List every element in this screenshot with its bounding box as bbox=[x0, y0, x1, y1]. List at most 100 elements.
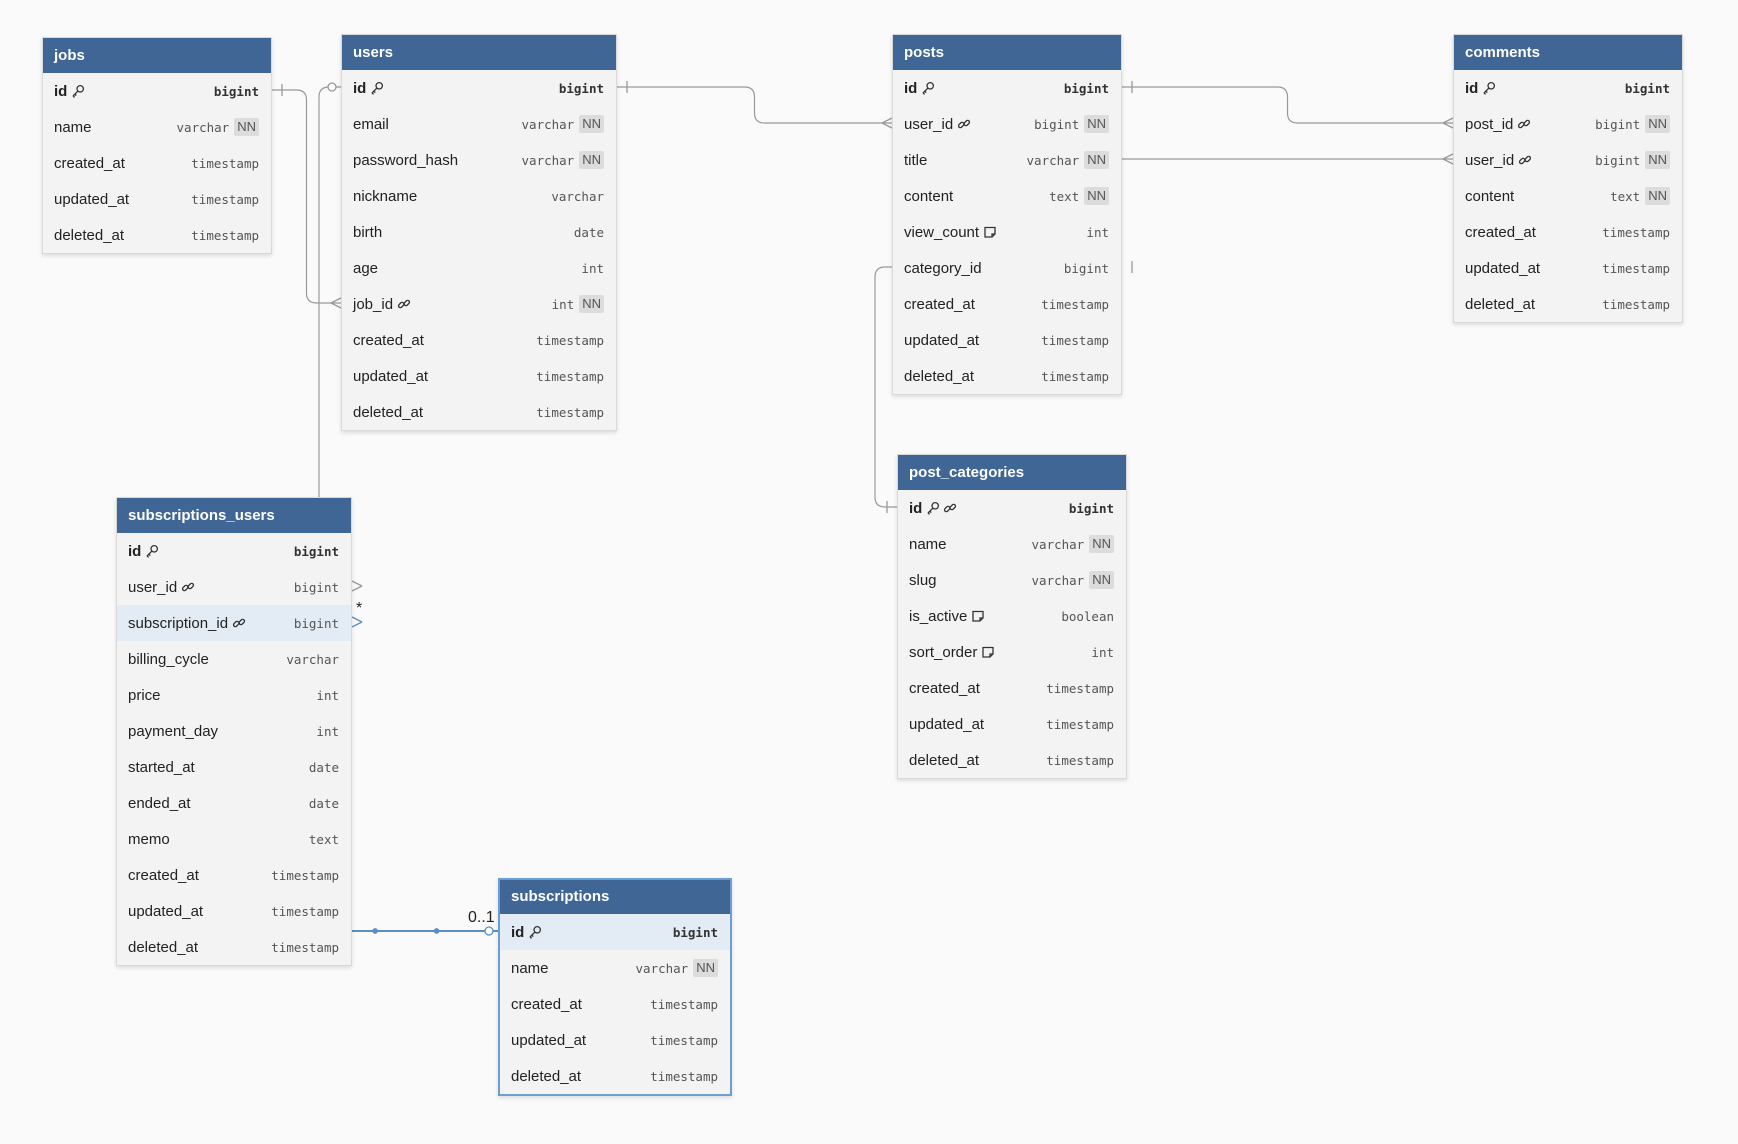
not-null-badge: NN bbox=[234, 118, 259, 136]
key-icon bbox=[927, 501, 940, 515]
column-icons bbox=[921, 81, 938, 95]
column-row-name[interactable]: name varchar NN bbox=[500, 950, 730, 986]
column-row-user-id[interactable]: user_id bigint NN bbox=[1454, 142, 1682, 178]
column-name: created_at bbox=[909, 679, 980, 697]
column-name: nickname bbox=[353, 187, 418, 205]
column-row-user-id[interactable]: user_id bigint bbox=[117, 569, 351, 605]
table-subscriptions[interactable]: subscriptions id bigint name varchar NN create… bbox=[498, 878, 732, 1096]
table-posts[interactable]: posts id bigint user_id bigint NN title varchar… bbox=[892, 34, 1122, 395]
column-row-title[interactable]: title varchar NN bbox=[893, 142, 1121, 178]
column-row-name[interactable]: name varchar NN bbox=[43, 109, 271, 145]
link-icon bbox=[182, 582, 195, 592]
column-row-id[interactable]: id bigint bbox=[893, 70, 1121, 106]
table-title[interactable]: jobs bbox=[43, 38, 271, 73]
column-row-name[interactable]: name varchar NN bbox=[898, 526, 1126, 562]
column-row-id[interactable]: id bigint bbox=[117, 533, 351, 569]
column-row-updated-at[interactable]: updated_at timestamp bbox=[1454, 250, 1682, 286]
column-icons bbox=[957, 117, 974, 131]
column-row-payment-day[interactable]: payment_day int bbox=[117, 713, 351, 749]
column-row-subscription-id[interactable]: subscription_id bigint bbox=[117, 605, 351, 641]
not-null-badge: NN bbox=[1089, 571, 1114, 589]
column-type: timestamp bbox=[1046, 716, 1114, 732]
column-row-id[interactable]: id bigint bbox=[500, 914, 730, 950]
column-name: updated_at bbox=[128, 902, 204, 920]
column-type: timestamp bbox=[271, 867, 339, 883]
column-type: varchar bbox=[521, 152, 575, 168]
column-type: timestamp bbox=[1602, 296, 1670, 312]
column-row-created-at[interactable]: created_at timestamp bbox=[1454, 214, 1682, 250]
column-name: title bbox=[904, 151, 928, 169]
relation-line-subscriptions-subscriptions_users[interactable] bbox=[329, 621, 498, 932]
note-icon bbox=[972, 610, 985, 622]
column-row-deleted-at[interactable]: deleted_at timestamp bbox=[43, 217, 271, 253]
column-row-updated-at[interactable]: updated_at timestamp bbox=[898, 706, 1126, 742]
column-row-deleted-at[interactable]: deleted_at timestamp bbox=[898, 742, 1126, 778]
column-type: varchar bbox=[286, 651, 339, 667]
column-row-id[interactable]: id bigint bbox=[898, 490, 1126, 526]
column-row-deleted-at[interactable]: deleted_at timestamp bbox=[893, 358, 1121, 394]
column-row-sort-order[interactable]: sort_order int bbox=[898, 634, 1126, 670]
column-row-created-at[interactable]: created_at timestamp bbox=[500, 986, 730, 1022]
relation-line-posts-comments[interactable] bbox=[1122, 86, 1453, 124]
column-name: password_hash bbox=[353, 151, 459, 169]
column-icons bbox=[926, 501, 960, 515]
table-title[interactable]: post_categories bbox=[898, 455, 1126, 490]
column-row-created-at[interactable]: created_at timestamp bbox=[342, 322, 616, 358]
column-row-updated-at[interactable]: updated_at timestamp bbox=[500, 1022, 730, 1058]
column-row-deleted-at[interactable]: deleted_at timestamp bbox=[117, 929, 351, 965]
column-row-id[interactable]: id bigint bbox=[43, 73, 271, 109]
column-row-billing-cycle[interactable]: billing_cycle varchar bbox=[117, 641, 351, 677]
column-row-slug[interactable]: slug varchar NN bbox=[898, 562, 1126, 598]
table-title[interactable]: posts bbox=[893, 35, 1121, 70]
column-row-deleted-at[interactable]: deleted_at timestamp bbox=[342, 394, 616, 430]
column-name: created_at bbox=[904, 295, 975, 313]
column-row-nickname[interactable]: nickname varchar bbox=[342, 178, 616, 214]
column-row-content[interactable]: content text NN bbox=[1454, 178, 1682, 214]
column-row-deleted-at[interactable]: deleted_at timestamp bbox=[500, 1058, 730, 1094]
column-row-post-id[interactable]: post_id bigint NN bbox=[1454, 106, 1682, 142]
not-null-badge: NN bbox=[579, 295, 604, 313]
table-title[interactable]: subscriptions bbox=[500, 880, 730, 914]
table-users[interactable]: users id bigint email varchar NN password_hash… bbox=[341, 34, 617, 431]
column-row-updated-at[interactable]: updated_at timestamp bbox=[893, 322, 1121, 358]
column-row-category-id[interactable]: category_id bigint bbox=[893, 250, 1121, 286]
table-post-categories[interactable]: post_categories id bigint name varchar NN slug… bbox=[897, 454, 1127, 779]
column-row-created-at[interactable]: created_at timestamp bbox=[893, 286, 1121, 322]
column-icons bbox=[397, 297, 414, 311]
table-jobs[interactable]: jobs id bigint name varchar NN created_at times… bbox=[42, 37, 272, 254]
column-row-memo[interactable]: memo text bbox=[117, 821, 351, 857]
table-comments[interactable]: comments id bigint post_id bigint NN user_id bi… bbox=[1453, 34, 1683, 323]
column-row-user-id[interactable]: user_id bigint NN bbox=[893, 106, 1121, 142]
column-name: deleted_at bbox=[909, 751, 980, 769]
column-row-id[interactable]: id bigint bbox=[342, 70, 616, 106]
column-row-birth[interactable]: birth date bbox=[342, 214, 616, 250]
column-row-content[interactable]: content text NN bbox=[893, 178, 1121, 214]
column-row-age[interactable]: age int bbox=[342, 250, 616, 286]
column-row-is-active[interactable]: is_active boolean bbox=[898, 598, 1126, 634]
column-row-started-at[interactable]: started_at date bbox=[117, 749, 351, 785]
relation-line-jobs-users[interactable] bbox=[272, 89, 341, 304]
table-title[interactable]: subscriptions_users bbox=[117, 498, 351, 533]
column-row-deleted-at[interactable]: deleted_at timestamp bbox=[1454, 286, 1682, 322]
column-name: updated_at bbox=[511, 1031, 587, 1049]
table-subscriptions-users[interactable]: subscriptions_users id bigint user_id bigint… bbox=[116, 497, 352, 966]
column-row-job-id[interactable]: job_id int NN bbox=[342, 286, 616, 322]
column-row-updated-at[interactable]: updated_at timestamp bbox=[43, 181, 271, 217]
relation-line-users-posts[interactable] bbox=[617, 86, 892, 124]
column-row-view-count[interactable]: view_count int bbox=[893, 214, 1121, 250]
column-row-created-at[interactable]: created_at timestamp bbox=[898, 670, 1126, 706]
column-row-updated-at[interactable]: updated_at timestamp bbox=[117, 893, 351, 929]
column-row-id[interactable]: id bigint bbox=[1454, 70, 1682, 106]
column-row-created-at[interactable]: created_at timestamp bbox=[43, 145, 271, 181]
column-name: memo bbox=[128, 830, 170, 848]
column-type: int bbox=[1086, 224, 1109, 240]
column-row-created-at[interactable]: created_at timestamp bbox=[117, 857, 351, 893]
table-title[interactable]: users bbox=[342, 35, 616, 70]
column-row-updated-at[interactable]: updated_at timestamp bbox=[342, 358, 616, 394]
column-name: name bbox=[909, 535, 947, 553]
column-row-price[interactable]: price int bbox=[117, 677, 351, 713]
column-row-ended-at[interactable]: ended_at date bbox=[117, 785, 351, 821]
column-row-email[interactable]: email varchar NN bbox=[342, 106, 616, 142]
column-row-password-hash[interactable]: password_hash varchar NN bbox=[342, 142, 616, 178]
table-title[interactable]: comments bbox=[1454, 35, 1682, 70]
